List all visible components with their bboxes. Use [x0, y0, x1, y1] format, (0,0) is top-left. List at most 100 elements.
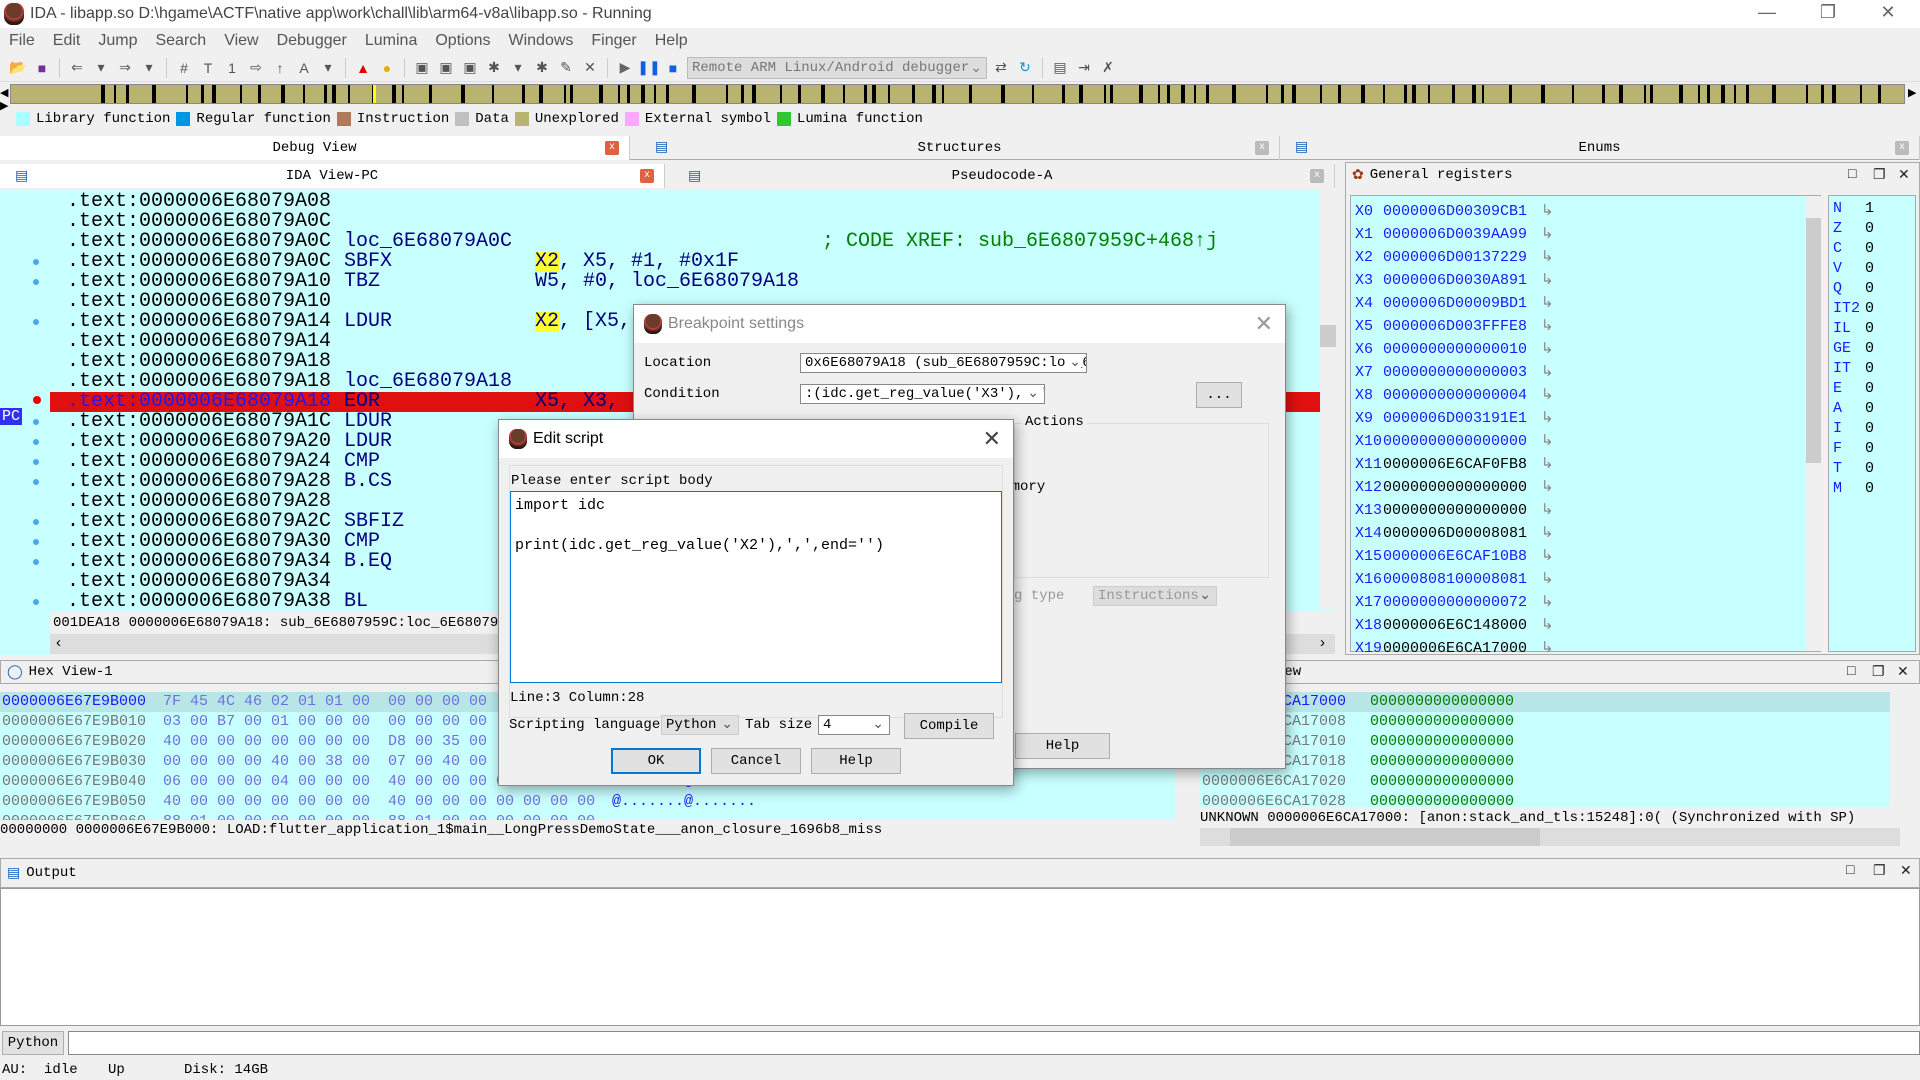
scroll-left-icon[interactable]: ‹ [50, 634, 61, 651]
minimize-button[interactable]: — [1747, 2, 1787, 23]
register-row[interactable]: X110000006E6CAF0FB8↳ [1351, 453, 1806, 476]
back-icon[interactable]: ⇐ [67, 58, 87, 78]
hex-row[interactable]: 0000006E67E9B05040 00 00 00 00 00 00 00 … [0, 792, 1175, 812]
close-icon[interactable]: ✕ [1900, 863, 1912, 880]
stack-hscrollbar[interactable] [1200, 828, 1900, 846]
dropdown-icon[interactable]: ▾ [318, 58, 338, 78]
register-row[interactable]: X160000808100008081↳ [1351, 568, 1806, 591]
breakpoint-slot-icon[interactable] [33, 319, 39, 325]
menu-windows[interactable]: Windows [499, 32, 582, 50]
register-row[interactable]: X170000000000000072↳ [1351, 591, 1806, 614]
jump-arrow-icon[interactable]: ↳ [1541, 246, 1554, 269]
data-icon[interactable]: ▣ [436, 58, 456, 78]
detach-icon[interactable]: ✗ [1098, 58, 1118, 78]
tab-pseudocode[interactable]: ▤Pseudocode-Ax [670, 164, 1335, 188]
tab-size-select[interactable]: 4⌄ [818, 715, 890, 735]
code-icon[interactable]: ▣ [412, 58, 432, 78]
menu-finger[interactable]: Finger [582, 32, 645, 50]
register-row[interactable]: X60000000000000010↳ [1351, 338, 1806, 361]
nav-left-arrow-icon[interactable]: ◀▶ [0, 86, 8, 112]
menu-search[interactable]: Search [146, 32, 215, 50]
jump-arrow-icon[interactable]: ↳ [1541, 545, 1554, 568]
jump-arrow-icon[interactable]: ↳ [1541, 315, 1554, 338]
stack-row[interactable]: 0000006E6CA170100000000000000000 [1200, 732, 1890, 752]
disasm-line[interactable]: .text:0000006E68079A0Cloc_6E68079A0C; CO… [50, 232, 1335, 252]
undefine-icon[interactable]: ✱ [532, 58, 552, 78]
register-row[interactable]: X130000000000000000↳ [1351, 499, 1806, 522]
text-mode-icon[interactable]: A [294, 58, 314, 78]
register-row[interactable]: X120000000000000000↳ [1351, 476, 1806, 499]
breakpoint-slot-icon[interactable] [33, 599, 39, 605]
save-icon[interactable]: ■ [32, 58, 52, 78]
search-next-icon[interactable]: ⇨ [246, 58, 266, 78]
menu-options[interactable]: Options [426, 32, 499, 50]
attach-icon[interactable]: ⇄ [991, 58, 1011, 78]
register-row[interactable]: X30000006D0030A891↳ [1351, 269, 1806, 292]
jump-arrow-icon[interactable]: ↳ [1541, 453, 1554, 476]
forward-dropdown-icon[interactable]: ▾ [139, 58, 159, 78]
menu-debugger[interactable]: Debugger [268, 32, 356, 50]
edit-condition-button[interactable]: ... [1196, 382, 1242, 408]
register-row[interactable]: X20000006D00137229↳ [1351, 246, 1806, 269]
disasm-line[interactable]: .text:0000006E68079A08 [50, 192, 1335, 212]
jump-arrow-icon[interactable]: ↳ [1541, 591, 1554, 614]
close-icon[interactable]: ✕ [1898, 167, 1910, 184]
jump-arrow-icon[interactable]: ↳ [1541, 338, 1554, 361]
register-row[interactable]: X190000006E6CA17000↳ [1351, 637, 1806, 660]
struct-icon[interactable]: ✱ [484, 58, 504, 78]
tab-debug-view[interactable]: Debug Viewx [0, 136, 630, 160]
open-icon[interactable]: 📂 [8, 58, 28, 78]
ida-red-icon[interactable]: ▲ [353, 58, 373, 78]
script-body-editor[interactable]: import idc print(idc.get_reg_value('X2')… [510, 491, 1002, 683]
delete-icon[interactable]: ✕ [580, 58, 600, 78]
menu-help[interactable]: Help [646, 32, 697, 50]
register-list[interactable]: X00000006D00309CB1↳X10000006D0039AA99↳X2… [1350, 195, 1821, 652]
maximize-icon[interactable]: □ [1846, 863, 1854, 879]
jump-arrow-icon[interactable]: ↳ [1541, 361, 1554, 384]
close-icon[interactable]: x [1895, 141, 1909, 155]
register-row[interactable]: X140000006D00008081↳ [1351, 522, 1806, 545]
jump-arrow-icon[interactable]: ↳ [1541, 407, 1554, 430]
help-button[interactable]: Help [811, 748, 901, 774]
navigation-band[interactable] [10, 84, 1905, 104]
breakpoint-slot-icon[interactable] [33, 559, 39, 565]
breakpoint-slot-icon[interactable] [33, 419, 39, 425]
jump-arrow-icon[interactable]: ↳ [1541, 476, 1554, 499]
jump-arrow-icon[interactable]: ↳ [1541, 223, 1554, 246]
jump-arrow-icon[interactable]: ↳ [1541, 384, 1554, 407]
jump-arrow-icon[interactable]: ↳ [1541, 522, 1554, 545]
jump-arrow-icon[interactable]: ↳ [1541, 200, 1554, 223]
jump-arrow-icon[interactable]: ↳ [1541, 292, 1554, 315]
tracing-type-combo[interactable]: Instructions⌄ [1093, 586, 1217, 606]
search-imm-icon[interactable]: 1 [222, 58, 242, 78]
cancel-button[interactable]: Cancel [711, 748, 801, 774]
register-row[interactable]: X90000006D003191E1↳ [1351, 407, 1806, 430]
menu-file[interactable]: File [0, 32, 44, 50]
tab-ida-view-pc[interactable]: ▤IDA View-PCx [0, 164, 665, 188]
jump-arrow-icon[interactable]: ↳ [1541, 614, 1554, 637]
float-icon[interactable]: ❐ [1872, 664, 1885, 681]
nav-right-arrow-icon[interactable]: ▶ [1908, 86, 1916, 99]
close-icon[interactable]: x [1310, 169, 1324, 183]
register-row[interactable]: X100000000000000000↳ [1351, 430, 1806, 453]
register-row[interactable]: X50000006D003FFFE8↳ [1351, 315, 1806, 338]
menu-jump[interactable]: Jump [89, 32, 146, 50]
close-icon[interactable]: x [1255, 141, 1269, 155]
jump-arrow-icon[interactable]: ↳ [1541, 430, 1554, 453]
register-row[interactable]: X150000006E6CAF10B8↳ [1351, 545, 1806, 568]
search-text-icon[interactable]: T [198, 58, 218, 78]
close-icon[interactable]: x [640, 169, 654, 183]
search-hex-icon[interactable]: # [174, 58, 194, 78]
breakpoint-slot-icon[interactable] [33, 279, 39, 285]
jump-arrow-icon[interactable]: ↳ [1541, 637, 1554, 660]
back-dropdown-icon[interactable]: ▾ [91, 58, 111, 78]
step-icon[interactable]: ⇥ [1074, 58, 1094, 78]
register-row[interactable]: X40000006D00009BD1↳ [1351, 292, 1806, 315]
ok-button[interactable]: OK [611, 748, 701, 774]
close-icon[interactable]: ✕ [1897, 664, 1909, 681]
lumina-icon[interactable]: ● [377, 58, 397, 78]
menu-edit[interactable]: Edit [44, 32, 90, 50]
register-row[interactable]: X70000000000000003↳ [1351, 361, 1806, 384]
register-row[interactable]: X80000000000000004↳ [1351, 384, 1806, 407]
compile-button[interactable]: Compile [904, 713, 994, 739]
